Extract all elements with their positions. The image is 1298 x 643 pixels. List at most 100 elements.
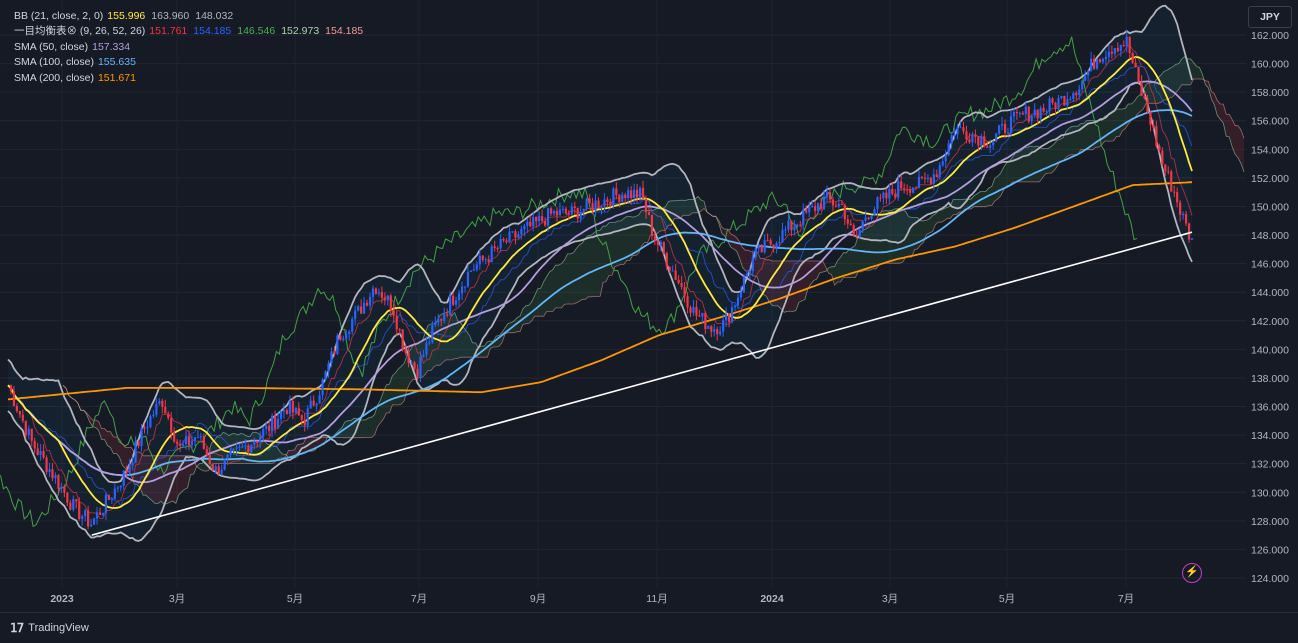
candle-body: [555, 211, 559, 216]
candle-body: [837, 203, 840, 207]
lightning-alert-icon[interactable]: ⚡: [1182, 563, 1202, 583]
candle-body: [817, 203, 820, 212]
candle-body: [122, 470, 125, 486]
candle-body: [1003, 123, 1007, 133]
candle-body: [1110, 51, 1113, 54]
candle-body: [318, 395, 321, 404]
legend-value: 154.185: [193, 25, 232, 38]
cloud-segment: [1122, 108, 1126, 131]
candle-body: [351, 319, 354, 332]
candle-body: [1030, 115, 1033, 122]
candle-body: [1027, 106, 1030, 122]
candle-body: [674, 270, 677, 280]
candle-body: [615, 188, 618, 195]
candle-body: [1170, 171, 1173, 192]
candle-body: [808, 207, 811, 213]
legend-row[interactable]: SMA (200, close) 151.671: [14, 71, 369, 86]
candle-body: [297, 407, 300, 416]
candle-body: [888, 188, 891, 199]
legend-row[interactable]: SMA (100, close) 155.635: [14, 55, 369, 70]
candle-body: [671, 270, 674, 272]
candle-body: [561, 208, 565, 210]
cloud-segment: [591, 232, 595, 297]
cloud-segment: [1036, 145, 1040, 182]
candle-body: [134, 441, 137, 463]
candle-body: [1116, 48, 1119, 52]
candle-body: [567, 213, 570, 215]
cloud-segment: [401, 363, 405, 405]
candle-body: [422, 354, 425, 357]
candle-body: [520, 229, 523, 235]
candle-body: [279, 411, 283, 419]
candle-body: [1164, 164, 1167, 172]
candle-body: [321, 379, 324, 396]
candle-body: [176, 441, 179, 444]
candle-body: [745, 273, 748, 277]
candle-body: [725, 313, 728, 321]
candle-body: [348, 331, 351, 335]
candle-body: [858, 229, 861, 237]
legend-value: 155.996: [107, 10, 146, 22]
legend-row[interactable]: SMA (50, close) 157.334: [14, 40, 369, 55]
candle-body: [92, 518, 96, 525]
cloud-segment: [555, 265, 559, 308]
candle-body: [719, 331, 722, 335]
candle-body: [986, 146, 989, 148]
candle-body: [1015, 112, 1019, 114]
candle-body: [805, 209, 808, 213]
candle-body: [911, 187, 915, 193]
candle-body: [1063, 95, 1066, 106]
candle-body: [81, 516, 84, 519]
price-chart[interactable]: 162.000 160.000 158.000 156.000 154.000 152.0…: [0, 0, 1298, 612]
candle-body: [407, 352, 410, 364]
candle-body: [481, 255, 484, 260]
cloud-segment: [1235, 125, 1239, 158]
y-tick-label: 160.000: [1251, 59, 1289, 71]
candle-body: [1184, 214, 1188, 224]
candle-body: [1006, 132, 1010, 134]
candle-body: [526, 221, 529, 226]
candle-body: [1024, 106, 1027, 115]
candle-body: [600, 206, 603, 208]
y-tick-label: 152.000: [1251, 173, 1289, 185]
candle-body: [446, 314, 449, 316]
candle-body: [1137, 67, 1140, 82]
candle-body: [953, 134, 956, 136]
cloud-segment: [573, 248, 577, 305]
legend-value: 146.546: [237, 25, 276, 38]
candle-body: [585, 198, 588, 209]
candle-body: [532, 216, 535, 227]
cloud-segment: [395, 368, 399, 405]
candle-body: [312, 400, 315, 406]
candle-body: [508, 231, 511, 243]
candle-body: [1152, 124, 1155, 127]
candle-body: [793, 226, 796, 231]
tradingview-logo[interactable]: 𝟣𝟩 TradingView: [10, 621, 89, 635]
candle-body: [965, 131, 968, 140]
candle-body: [98, 512, 102, 515]
cloud-segment: [801, 261, 805, 301]
candle-body: [1187, 223, 1191, 240]
x-tick-label: 7月: [1118, 593, 1134, 605]
candle-body: [449, 295, 452, 315]
candle-body: [891, 188, 894, 194]
legend-row[interactable]: BB (21, close, 2, 0) 155.996 163.960 148.03…: [14, 9, 369, 24]
candle-body: [796, 224, 799, 227]
candle-body: [472, 269, 475, 271]
candle-body: [630, 190, 633, 198]
candle-body: [757, 244, 760, 249]
candle-body: [908, 189, 912, 193]
candle-body: [906, 189, 909, 191]
y-tick-label: 144.000: [1251, 287, 1289, 299]
candle-body: [736, 297, 740, 306]
currency-label[interactable]: JPY: [1248, 6, 1292, 28]
candle-body: [962, 127, 965, 132]
legend-row[interactable]: 一目均衡表⊗ (9, 26, 52, 26) 151.761 154.185 146.…: [14, 24, 369, 39]
candle-body: [9, 385, 13, 392]
candle-body: [315, 403, 318, 406]
candle-body: [1072, 93, 1075, 99]
candle-body: [733, 305, 737, 308]
candle-body: [484, 259, 487, 261]
candle-body: [1054, 102, 1057, 109]
y-tick-label: 126.000: [1251, 544, 1289, 556]
